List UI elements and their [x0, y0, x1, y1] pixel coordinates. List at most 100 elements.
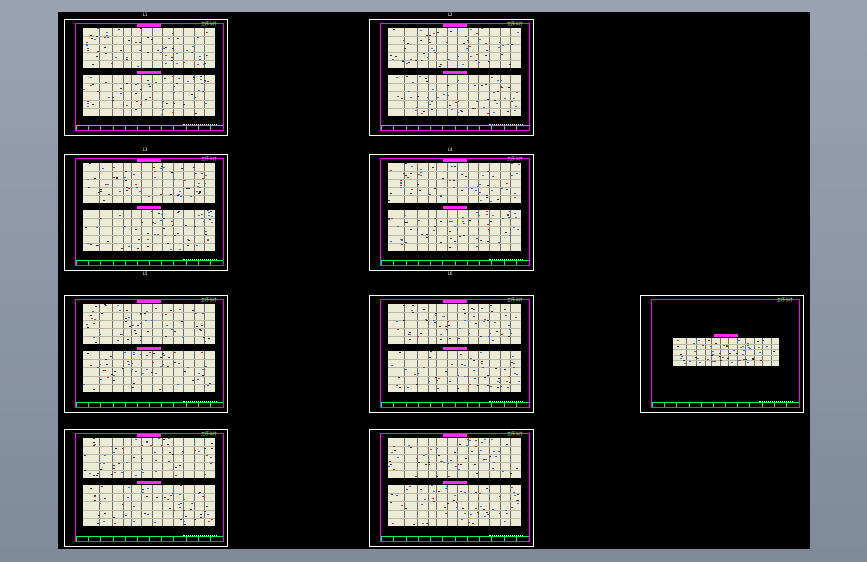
drawing-sheet[interactable]: L1 工序卡片 — [64, 13, 228, 136]
footer-cell — [479, 261, 492, 265]
table-cell-text — [172, 33, 175, 35]
table-cell-text — [471, 451, 474, 453]
footer-cell — [491, 537, 504, 541]
footer-cell — [491, 126, 504, 130]
table-cell-text — [146, 354, 149, 356]
drawing-sheet[interactable]: L3 工序卡片 — [64, 148, 228, 271]
table-title-bar — [137, 300, 161, 303]
table-title-bar — [137, 481, 161, 484]
process-table[interactable] — [83, 28, 215, 68]
table-cell-text — [439, 338, 442, 340]
drawing-canvas[interactable]: L1 工序卡片 L2 工序卡片 L3 工序卡片 L4 工序卡片 L5 工序卡片 L6 工序卡片 工序卡片… — [58, 12, 810, 549]
table-cell-text — [486, 99, 489, 101]
drawing-sheet[interactable]: L2 工序卡片 — [369, 13, 534, 136]
table-cell-text — [449, 230, 452, 232]
table-column-line — [98, 438, 100, 478]
process-table[interactable] — [673, 338, 779, 366]
drawing-sheet[interactable]: 工序卡片 — [640, 295, 804, 413]
table-cell-text — [150, 38, 153, 40]
table-cell-text — [478, 493, 481, 495]
table-cell-text — [758, 351, 761, 353]
table-cell-text — [96, 245, 99, 247]
table-cell-text — [106, 376, 109, 378]
table-title-bar — [137, 206, 161, 209]
table-column-line — [457, 75, 459, 116]
process-table[interactable] — [83, 163, 215, 203]
table-cell-text — [210, 443, 213, 445]
table-cell-text — [209, 219, 212, 221]
table-cell-text — [168, 438, 171, 440]
table-cell-text — [392, 522, 395, 524]
table-cell-text — [395, 385, 398, 387]
process-table[interactable] — [388, 304, 521, 344]
process-table[interactable] — [83, 438, 215, 478]
table-cell-text — [103, 455, 106, 457]
table-cell-text — [83, 383, 86, 385]
drawing-sheet[interactable]: 工序卡片 — [64, 429, 228, 547]
table-cell-text — [88, 472, 91, 474]
table-cell-text — [453, 494, 456, 496]
drawing-sheet[interactable]: L6 工序卡片 — [369, 272, 534, 413]
table-cell-text — [494, 367, 497, 369]
table-cell-text — [745, 358, 748, 360]
table-cell-text — [103, 369, 106, 371]
table-cell-text — [178, 362, 181, 364]
table-cell-text — [160, 445, 163, 447]
process-table[interactable] — [388, 438, 521, 478]
table-cell-text — [120, 50, 123, 52]
process-table[interactable] — [388, 75, 521, 116]
table-cell-text — [165, 46, 168, 48]
table-cell-text — [512, 227, 515, 229]
drawing-sheet[interactable]: L5 工序卡片 — [64, 272, 228, 413]
table-row-line — [83, 328, 215, 329]
table-cell-text — [400, 240, 403, 242]
table-column-line — [204, 351, 206, 392]
process-table[interactable] — [83, 75, 215, 116]
table-cell-text — [513, 196, 516, 198]
table-row-line — [83, 179, 215, 180]
table-column-line — [162, 351, 164, 392]
process-table[interactable] — [388, 485, 521, 526]
table-cell-text — [414, 475, 417, 477]
process-table[interactable] — [388, 163, 521, 203]
footer-cell — [442, 126, 455, 130]
table-column-line — [427, 438, 429, 478]
table-cell-text — [86, 49, 89, 51]
table-column-line — [467, 75, 469, 116]
table-cell-text — [165, 102, 168, 104]
sheet-title-block: 工序卡片 — [507, 156, 523, 161]
table-cell-text — [464, 313, 467, 315]
table-row-line — [388, 312, 521, 313]
process-table[interactable] — [83, 210, 215, 251]
table-cell-text — [173, 178, 176, 180]
table-column-line — [457, 485, 459, 526]
process-table[interactable] — [388, 210, 521, 251]
process-table[interactable] — [388, 351, 521, 392]
table-column-line — [151, 485, 153, 526]
footer-cell — [88, 261, 101, 265]
table-cell-text — [197, 193, 200, 195]
footer-cell — [197, 403, 211, 407]
table-cell-text — [404, 214, 407, 216]
process-table[interactable] — [388, 28, 521, 68]
table-cell-text — [168, 507, 171, 509]
table-cell-text — [139, 103, 142, 105]
table-column-line — [162, 75, 164, 116]
drawing-sheet[interactable]: 工序卡片 — [369, 429, 534, 547]
process-table[interactable] — [83, 485, 215, 526]
table-cell-text — [201, 91, 204, 93]
table-cell-text — [97, 522, 100, 524]
drawing-sheet[interactable]: L4 工序卡片 — [369, 148, 534, 271]
table-cell-text — [434, 322, 437, 324]
table-cell-text — [505, 189, 508, 191]
table-row-line — [388, 234, 521, 236]
table-cell-text — [476, 472, 479, 474]
table-cell-text — [727, 357, 730, 359]
table-cell-text — [486, 513, 489, 515]
table-cell-text — [139, 49, 142, 51]
process-table[interactable] — [83, 304, 215, 344]
table-cell-text — [412, 304, 415, 306]
table-cell-text — [177, 77, 180, 79]
process-table[interactable] — [83, 351, 215, 392]
table-cell-text — [500, 187, 503, 189]
